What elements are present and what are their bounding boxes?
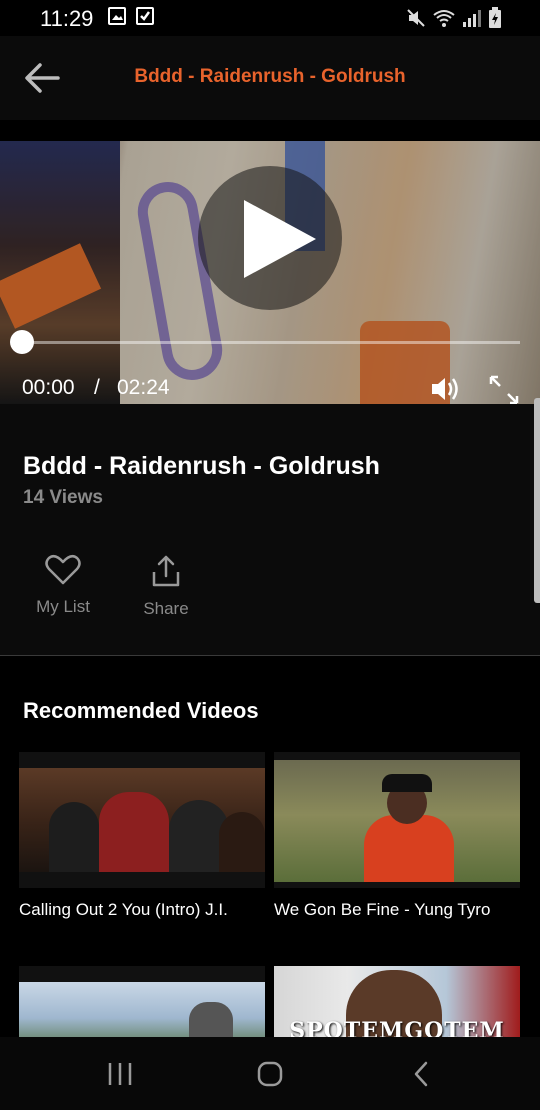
home-icon — [257, 1061, 283, 1087]
image-icon — [108, 7, 126, 25]
video-card-title: Calling Out 2 You (Intro) J.I. — [19, 900, 228, 919]
video-thumbnail — [19, 752, 265, 888]
battery-icon — [489, 7, 501, 28]
share-button[interactable]: Share — [126, 554, 206, 619]
fullscreen-button[interactable] — [488, 374, 520, 406]
recommended-heading: Recommended Videos — [23, 698, 259, 723]
video-info: Bddd - Raidenrush - Goldrush 14 Views My… — [0, 404, 540, 656]
recents-button[interactable] — [100, 1057, 140, 1091]
divider — [0, 655, 540, 656]
seek-thumb[interactable] — [10, 330, 34, 354]
status-bar: 11:29 — [0, 0, 540, 36]
app-bar: Bddd - Raidenrush - Goldrush — [0, 36, 540, 120]
time-separator: / — [94, 376, 100, 399]
scroll-indicator[interactable] — [534, 398, 540, 603]
share-icon — [152, 555, 180, 587]
video-title: Bddd - Raidenrush - Goldrush — [23, 452, 380, 480]
system-nav-bar — [0, 1037, 540, 1110]
my-list-button[interactable]: My List — [23, 554, 103, 617]
current-time: 00:00 — [22, 376, 75, 399]
home-button[interactable] — [250, 1057, 290, 1091]
status-time: 11:29 — [40, 6, 94, 31]
mute-icon — [407, 9, 425, 27]
recents-icon — [108, 1063, 132, 1085]
signal-icon — [463, 10, 481, 27]
heart-icon — [45, 554, 81, 585]
play-button[interactable] — [198, 166, 342, 310]
checkbox-icon — [136, 7, 154, 25]
my-list-label: My List — [36, 597, 90, 616]
video-thumbnail — [274, 752, 520, 888]
view-count: 14 Views — [23, 487, 103, 508]
video-card-title: We Gon Be Fine - Yung Tyro — [274, 900, 491, 919]
wifi-icon — [433, 10, 455, 27]
volume-button[interactable] — [430, 374, 462, 404]
back-icon — [414, 1061, 428, 1087]
share-label: Share — [143, 599, 189, 618]
back-nav-button[interactable] — [402, 1057, 442, 1091]
expand-icon — [489, 375, 519, 405]
seek-bar[interactable] — [22, 341, 520, 344]
play-icon — [244, 200, 316, 278]
duration: 02:24 — [117, 376, 170, 399]
app-bar-title: Bddd - Raidenrush - Goldrush — [134, 66, 406, 87]
status-left-icons — [108, 7, 154, 25]
volume-icon — [432, 378, 458, 400]
status-right-icons — [406, 7, 502, 29]
